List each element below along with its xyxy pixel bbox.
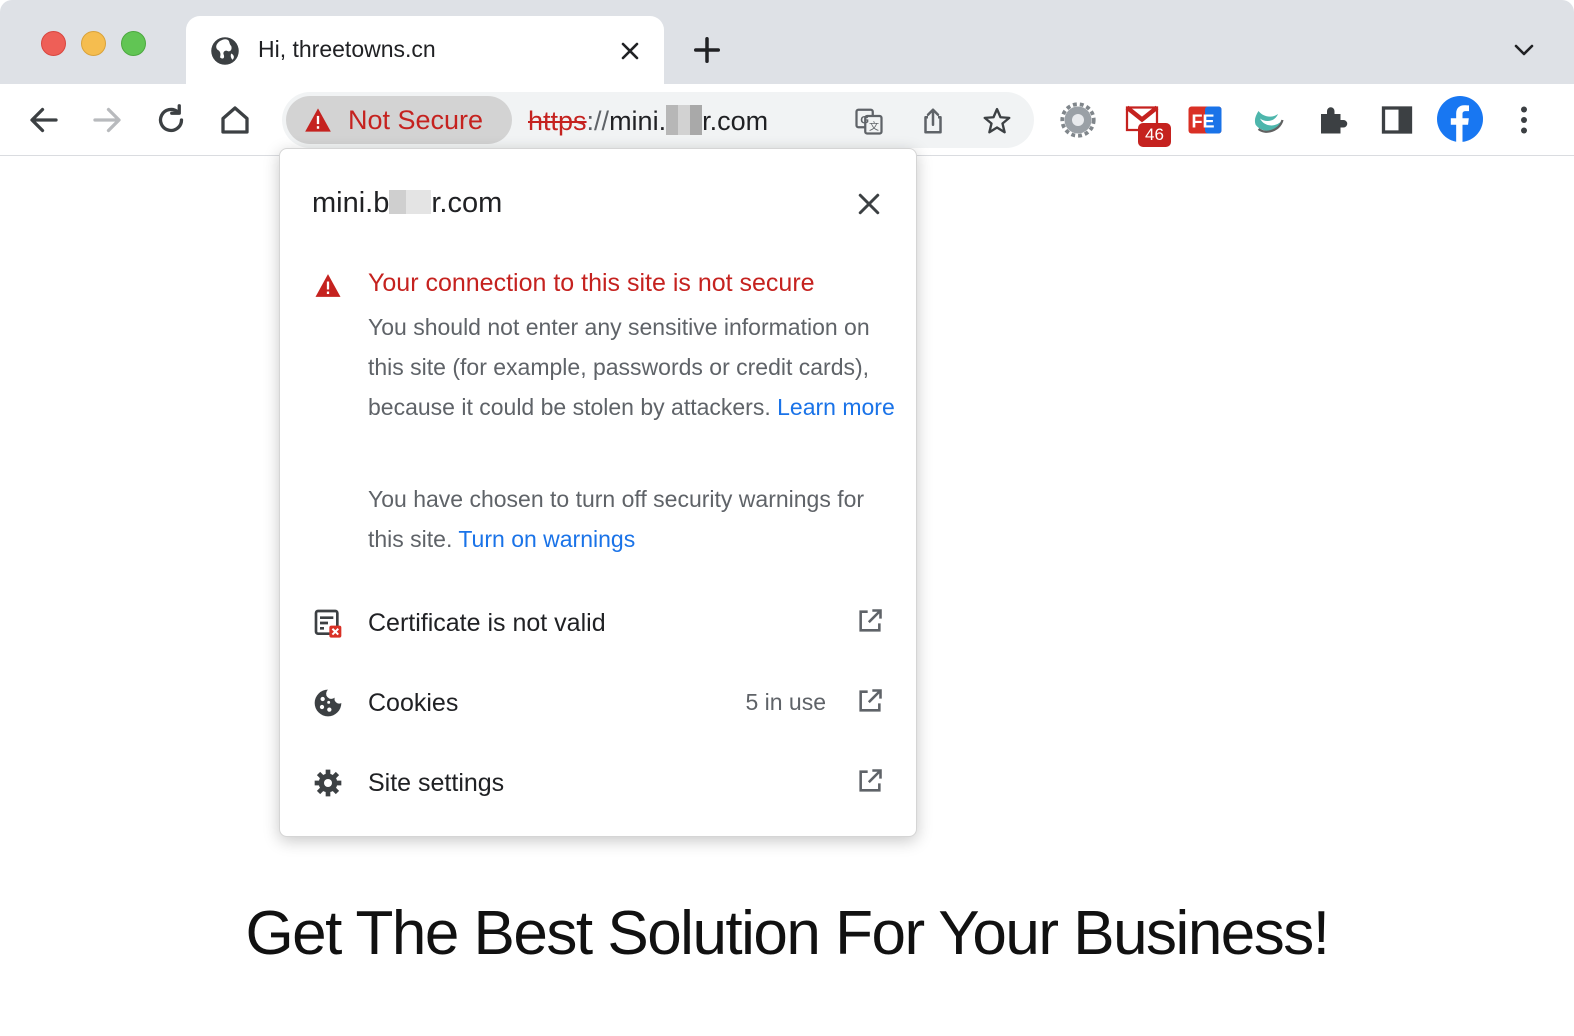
puzzle-extensions-icon[interactable] (1315, 102, 1351, 138)
toolbar: Not Secure https://mini. r.com G 文 FE (0, 84, 1574, 156)
share-icon[interactable] (918, 106, 948, 136)
cookie-icon (314, 689, 342, 717)
kebab-menu-icon[interactable] (1506, 102, 1542, 138)
svg-text:G: G (860, 115, 869, 127)
certificate-row[interactable]: Certificate is not valid (280, 583, 916, 663)
redacted-blur (666, 105, 703, 135)
row-label: Site settings (368, 769, 505, 797)
close-icon[interactable] (854, 189, 884, 219)
browser-window: Hi, threetowns.cn Not Secure https://min… (0, 0, 1574, 1036)
tab-strip: Hi, threetowns.cn (0, 0, 1574, 86)
url-host-suffix: r.com (702, 106, 769, 136)
warnings-off-notice: You have chosen to turn off security war… (368, 479, 898, 559)
popup-site-name: mini.b r.com (312, 187, 502, 220)
page-headline: Get The Best Solution For Your Business! (245, 899, 1330, 968)
fe-helper-extension-icon[interactable]: FE (1187, 102, 1223, 138)
url-scheme: https (528, 106, 587, 136)
close-window-button[interactable] (41, 31, 66, 56)
security-label: Not Secure (348, 105, 484, 135)
zoom-window-button[interactable] (121, 31, 146, 56)
minimize-window-button[interactable] (81, 31, 106, 56)
warning-body: You should not enter any sensitive infor… (368, 307, 898, 427)
url-separator: :// (586, 106, 610, 136)
bookmark-star-icon[interactable] (982, 106, 1012, 136)
external-link-icon (859, 769, 882, 792)
external-link-icon (859, 609, 882, 632)
back-arrow-icon[interactable] (26, 102, 62, 138)
warning-triangle-icon (315, 274, 341, 297)
cookies-row[interactable]: Cookies 5 in use (280, 663, 916, 743)
side-panel-icon[interactable] (1379, 102, 1415, 138)
security-chip[interactable]: Not Secure (286, 96, 512, 144)
site-prefix: mini.b (312, 187, 390, 219)
learn-more-link[interactable]: Learn more (777, 394, 895, 420)
row-label: Cookies (368, 689, 459, 717)
tab-title: Hi, threetowns.cn (258, 36, 436, 62)
forward-arrow-icon[interactable] (89, 102, 125, 138)
site-info-popup: mini.b r.com Your connection to this site… (279, 148, 917, 837)
warning-triangle-icon (305, 108, 331, 132)
tab-search-chevron-icon[interactable] (1510, 38, 1538, 62)
mail-count-badge: 46 (1138, 123, 1171, 147)
site-suffix: r.com (431, 187, 503, 219)
facebook-profile-icon[interactable] (1437, 96, 1483, 142)
svg-text:FE: FE (1192, 112, 1215, 132)
swirl-extension-icon[interactable] (1251, 102, 1287, 138)
turn-on-warnings-link[interactable]: Turn on warnings (458, 526, 635, 552)
gear-icon (314, 769, 342, 797)
active-tab[interactable]: Hi, threetowns.cn (186, 16, 664, 86)
url-text[interactable]: https://mini. r.com (528, 105, 768, 137)
translate-icon[interactable]: G 文 (854, 106, 884, 136)
redacted-blur (389, 190, 432, 214)
globe-icon (211, 37, 239, 65)
certificate-invalid-icon (314, 609, 342, 638)
url-host-prefix: mini. (609, 106, 667, 136)
home-icon[interactable] (217, 102, 253, 138)
row-label: Certificate is not valid (368, 609, 606, 637)
warning-title: Your connection to this site is not secu… (368, 269, 815, 297)
external-link-icon (859, 689, 882, 712)
reload-icon[interactable] (153, 102, 189, 138)
site-settings-row[interactable]: Site settings (280, 743, 916, 823)
cookie-count: 5 in use (745, 689, 826, 715)
tab-close-icon[interactable] (618, 39, 642, 63)
address-bar[interactable]: Not Secure https://mini. r.com G 文 (282, 92, 1034, 148)
settings-cog-extension-icon[interactable] (1060, 102, 1096, 138)
new-tab-icon[interactable] (692, 35, 722, 65)
svg-text:文: 文 (869, 120, 879, 133)
